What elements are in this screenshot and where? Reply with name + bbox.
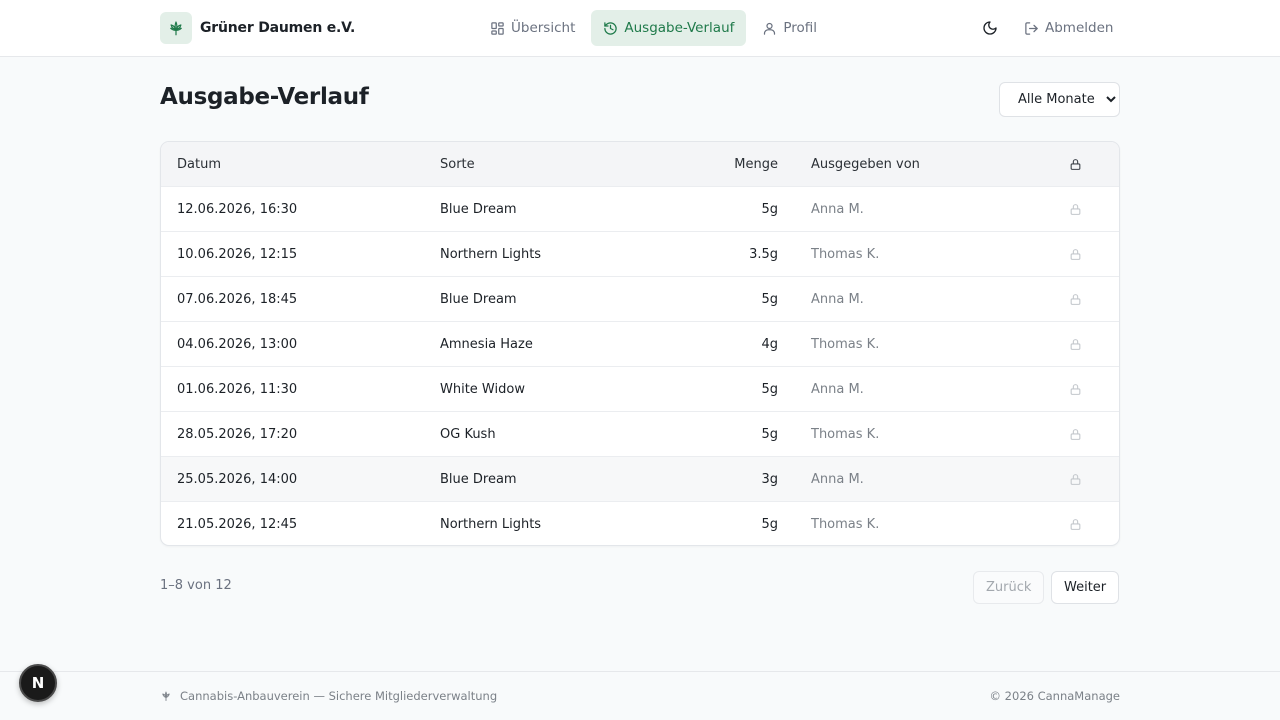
nav-item-label: Profil: [783, 20, 818, 36]
cannabis-leaf-icon: [162, 691, 170, 701]
table-body: 12.06.2026, 16:30 Blue Dream 5g Anna M. 10.0…: [161, 186, 1119, 545]
cell-issued-by: Thomas K.: [811, 336, 880, 352]
table-header: Datum Sorte Menge Ausgegeben von: [161, 142, 1119, 186]
top-navbar: Grüner Daumen e.V. Übersicht Ausgabe-Ver…: [0, 0, 1280, 57]
logout-button[interactable]: Abmelden: [1014, 10, 1123, 46]
cell-issued-by: Thomas K.: [811, 426, 880, 442]
cell-issued-by: Anna M.: [811, 291, 864, 307]
footer-tagline-group: Cannabis-Anbauverein — Sichere Mitgliede…: [160, 689, 497, 703]
table-row[interactable]: 28.05.2026, 17:20 OG Kush 5g Thomas K.: [161, 411, 1119, 456]
moon-icon: [983, 21, 997, 35]
cell-amount: 5g: [761, 201, 778, 217]
lock-icon: [1069, 277, 1082, 321]
dashboard-grid-icon: [491, 21, 504, 35]
cell-strain: White Widow: [440, 381, 525, 397]
cell-strain: Blue Dream: [440, 291, 517, 307]
lock-icon: [1069, 412, 1082, 456]
cell-strain: Blue Dream: [440, 201, 517, 217]
cell-amount: 5g: [761, 426, 778, 442]
lock-icon: [1069, 367, 1082, 411]
table-row[interactable]: 10.06.2026, 12:15 Northern Lights 3.5g Thom…: [161, 231, 1119, 276]
cell-strain: Northern Lights: [440, 516, 542, 532]
footer-tagline: Cannabis-Anbauverein — Sichere Mitgliede…: [180, 689, 498, 703]
cell-strain: Blue Dream: [440, 471, 517, 487]
cell-amount: 5g: [761, 291, 778, 307]
month-filter-select[interactable]: Alle Monate: [999, 82, 1120, 117]
page-title: Ausgabe-Verlauf: [160, 84, 369, 110]
cell-date: 07.06.2026, 18:45: [177, 291, 298, 307]
user-icon: [764, 22, 776, 35]
cell-amount: 4g: [761, 336, 778, 352]
nav-item-label: Ausgabe-Verlauf: [624, 20, 735, 36]
main-nav: Übersicht Ausgabe-Verlauf Profil: [478, 10, 829, 46]
cell-issued-by: Thomas K.: [811, 246, 880, 262]
table-row[interactable]: 21.05.2026, 12:45 Northern Lights 5g Thomas…: [161, 501, 1119, 545]
cell-date: 10.06.2026, 12:15: [177, 246, 298, 262]
footer: Cannabis-Anbauverein — Sichere Mitgliede…: [0, 671, 1280, 720]
previous-page-button[interactable]: Zurück: [973, 571, 1045, 604]
nav-item-history[interactable]: Ausgabe-Verlauf: [591, 10, 747, 46]
dispensing-history-table: Datum Sorte Menge Ausgegeben von 12.06.2…: [160, 141, 1120, 546]
cell-strain: OG Kush: [440, 426, 496, 442]
brand[interactable]: Grüner Daumen e.V.: [160, 12, 355, 44]
footer-copyright: © 2026 CannaManage: [989, 689, 1120, 703]
cell-amount: 5g: [761, 516, 778, 532]
lock-icon: [1069, 232, 1082, 276]
theme-toggle-button[interactable]: [974, 12, 1006, 44]
column-header-issued-by[interactable]: Ausgegeben von: [811, 142, 920, 186]
history-icon: [604, 21, 618, 35]
cell-issued-by: Thomas K.: [811, 516, 880, 532]
dev-tools-badge[interactable]: N: [19, 664, 57, 702]
cell-date: 01.06.2026, 11:30: [177, 381, 298, 397]
nav-item-overview[interactable]: Übersicht: [478, 10, 587, 46]
table-row[interactable]: 25.05.2026, 14:00 Blue Dream 3g Anna M.: [161, 456, 1119, 501]
column-header-strain[interactable]: Sorte: [440, 142, 475, 186]
cell-amount: 3g: [761, 471, 778, 487]
cell-date: 28.05.2026, 17:20: [177, 426, 298, 442]
next-page-button[interactable]: Weiter: [1051, 571, 1120, 604]
cell-amount: 3.5g: [749, 246, 778, 262]
cell-date: 12.06.2026, 16:30: [177, 201, 298, 217]
cell-strain: Northern Lights: [440, 246, 542, 262]
cell-issued-by: Anna M.: [811, 471, 864, 487]
nav-item-profile[interactable]: Profil: [750, 10, 829, 46]
table-row[interactable]: 01.06.2026, 11:30 White Widow 5g Anna M.: [161, 366, 1119, 411]
table-row[interactable]: 04.06.2026, 13:00 Amnesia Haze 4g Thomas K.: [161, 321, 1119, 366]
cell-strain: Amnesia Haze: [440, 336, 533, 352]
column-header-amount[interactable]: Menge: [734, 142, 778, 186]
nav-item-label: Übersicht: [511, 20, 576, 36]
lock-icon: [1069, 322, 1082, 366]
column-header-date[interactable]: Datum: [177, 142, 221, 186]
lock-icon: [1069, 187, 1082, 231]
logout-icon: [1025, 21, 1038, 35]
lock-icon: [1069, 142, 1082, 186]
cannabis-leaf-icon: [160, 12, 192, 44]
table-row[interactable]: 12.06.2026, 16:30 Blue Dream 5g Anna M.: [161, 186, 1119, 231]
cell-issued-by: Anna M.: [811, 381, 864, 397]
table-row[interactable]: 07.06.2026, 18:45 Blue Dream 5g Anna M.: [161, 276, 1119, 321]
cell-issued-by: Anna M.: [811, 201, 864, 217]
cell-date: 04.06.2026, 13:00: [177, 336, 298, 352]
brand-name: Grüner Daumen e.V.: [200, 20, 356, 36]
cell-amount: 5g: [761, 381, 778, 397]
logout-label: Abmelden: [1045, 20, 1114, 36]
lock-icon: [1069, 502, 1082, 545]
cell-date: 25.05.2026, 14:00: [177, 471, 298, 487]
cell-date: 21.05.2026, 12:45: [177, 516, 298, 532]
lock-icon: [1069, 457, 1082, 501]
pagination-info: 1–8 von 12: [160, 578, 232, 593]
